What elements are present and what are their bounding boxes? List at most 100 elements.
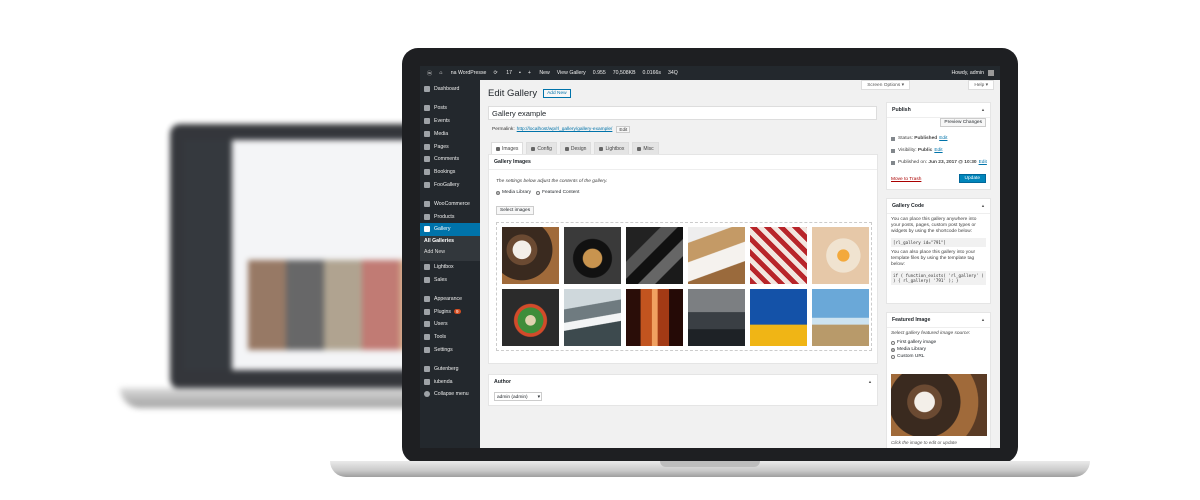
lightbox-icon	[599, 146, 604, 151]
sidebar-item-tools[interactable]: Tools	[420, 331, 480, 344]
view-gallery-link[interactable]: View Gallery	[557, 70, 586, 76]
sidebar-subitem-add-new[interactable]: Add New	[420, 246, 480, 258]
updates-link[interactable]: ⟳ 17	[493, 70, 512, 76]
author-panel: Author ▲ admin (admin) ▾	[488, 374, 878, 406]
template-tag-field[interactable]: if ( function_exists( 'rl_gallery' ) ) {…	[891, 271, 986, 285]
select-images-button[interactable]: Select images	[496, 206, 535, 215]
preview-changes-button[interactable]: Preview Changes	[940, 118, 986, 127]
permalink-link[interactable]: http://localhost/wp/rl_gallery/gallery-e…	[517, 127, 613, 132]
gallery-thumbnail[interactable]	[626, 289, 683, 346]
sidebar-item-foogallery[interactable]: FooGallery	[420, 179, 480, 192]
gallery-thumbnail[interactable]	[688, 289, 745, 346]
gallery-thumbnail[interactable]	[502, 227, 559, 284]
main-content: Screen Options ▾ Help ▾ Edit Gallery Add…	[488, 80, 1000, 448]
sidebar-item-settings[interactable]: Settings	[420, 344, 480, 357]
comments-icon[interactable]: ▪	[519, 70, 521, 76]
template-tag-description: You can also place this gallery into you…	[891, 250, 976, 267]
help-button[interactable]: Help ▾	[968, 80, 994, 90]
sidebar-item-events[interactable]: Events	[420, 115, 480, 128]
update-button[interactable]: Update	[958, 174, 986, 183]
new-content-link[interactable]: + New	[528, 70, 550, 76]
gallery-thumbnail[interactable]	[626, 227, 683, 284]
permalink-edit-button[interactable]: Edit	[616, 126, 631, 133]
gallery-thumbnail[interactable]	[564, 289, 621, 346]
page-header: Edit Gallery Add New	[488, 88, 571, 99]
collapse-menu-button[interactable]: Collapse menu	[420, 388, 480, 401]
gallery-thumbnail[interactable]	[812, 227, 869, 284]
sidebar-item-plugins[interactable]: Plugins 9	[420, 305, 480, 318]
calendar-icon	[891, 160, 895, 165]
media-library-radio[interactable]	[496, 190, 500, 195]
sidebar-item-appearance[interactable]: Appearance	[420, 292, 480, 305]
sidebar-item-lightbox[interactable]: Lightbox	[420, 261, 480, 274]
option-media-library[interactable]: Media Library	[891, 347, 986, 352]
featured-content-radio[interactable]	[536, 190, 541, 195]
site-name-link[interactable]: ⌂ na WordPresse	[439, 70, 486, 76]
stat-3: 0.0166s	[642, 70, 662, 76]
date-edit-link[interactable]: Edit	[979, 160, 987, 165]
featured-image-thumbnail[interactable]	[891, 374, 987, 436]
sidebar-item-sales[interactable]: Sales	[420, 274, 480, 287]
gallery-image-grid	[496, 222, 872, 351]
account-menu[interactable]: Howdy, admin	[952, 66, 994, 80]
move-to-trash-link[interactable]: Move to Trash	[891, 177, 921, 182]
sidebar-item-products[interactable]: Products	[420, 210, 480, 223]
visibility-edit-link[interactable]: Edit	[934, 148, 942, 153]
add-new-button[interactable]: Add New	[543, 89, 571, 98]
sidebar-item-bookings[interactable]: Bookings	[420, 166, 480, 179]
sidebar-item-gallery[interactable]: Gallery	[420, 222, 480, 236]
status-line: Status: Published Edit	[891, 136, 947, 141]
gallery-thumbnail[interactable]	[750, 227, 807, 284]
sidebar-item-iubenda[interactable]: iubenda	[420, 375, 480, 388]
admin-bar: ⓦ ⌂ na WordPresse ⟳ 17 ▪ + New View Gall…	[420, 66, 1000, 80]
status-edit-link[interactable]: Edit	[939, 136, 947, 141]
custom-url-radio[interactable]	[891, 354, 895, 359]
wordpress-logo-icon[interactable]: ⓦ	[427, 70, 432, 77]
first-image-radio[interactable]	[891, 340, 895, 345]
lightbox-icon	[424, 264, 430, 271]
avatar	[988, 70, 994, 76]
sidebar-item-woocommerce[interactable]: WooCommerce	[420, 197, 480, 210]
permalink-row: Permalink: http://localhost/wp/rl_galler…	[492, 126, 631, 133]
sidebar-subitem-all-galleries[interactable]: All Galleries	[420, 235, 480, 247]
iubenda-icon	[424, 378, 430, 385]
option-first-image[interactable]: First gallery image	[891, 340, 986, 345]
gallery-thumbnail[interactable]	[688, 227, 745, 284]
sidebar-item-users[interactable]: Users	[420, 318, 480, 331]
sidebar-item-pages[interactable]: Pages	[420, 140, 480, 153]
dashboard-icon	[424, 86, 430, 93]
collapse-arrow-icon[interactable]: ▲	[981, 317, 985, 322]
gallery-thumbnail[interactable]	[502, 289, 559, 346]
chevron-down-icon: ▾	[537, 395, 540, 400]
eye-icon	[891, 148, 895, 153]
wrench-icon	[637, 146, 642, 151]
sidebar-item-comments[interactable]: Comments	[420, 153, 480, 166]
publish-panel: Publish ▲ Preview Changes Status: Publis…	[886, 102, 991, 190]
post-title-input[interactable]: Gallery example	[488, 106, 877, 120]
stat-2: 70,508KB	[612, 70, 636, 76]
screen-options-button[interactable]: Screen Options ▾	[861, 80, 910, 90]
howdy-text: Howdy, admin	[951, 70, 984, 76]
gear-icon	[531, 146, 536, 151]
gallery-thumbnail[interactable]	[812, 289, 869, 346]
laptop-notch	[660, 461, 760, 467]
plugins-update-badge: 9	[454, 309, 461, 315]
gallery-thumbnail[interactable]	[750, 289, 807, 346]
option-custom-url[interactable]: Custom URL	[891, 354, 986, 359]
sidebar-item-gutenberg[interactable]: Gutenberg	[420, 362, 480, 375]
media-library-radio[interactable]	[891, 347, 895, 352]
collapse-arrow-icon[interactable]: ▲	[868, 379, 872, 384]
gallery-images-heading: Gallery Images	[489, 155, 877, 170]
settings-icon	[424, 346, 430, 353]
gallery-thumbnail[interactable]	[564, 227, 621, 284]
collapse-arrow-icon[interactable]: ▲	[981, 107, 985, 112]
author-select[interactable]: admin (admin) ▾	[494, 392, 542, 401]
shortcode-description: You can place this gallery anywhere into…	[891, 217, 977, 234]
shortcode-field[interactable]: [rl_gallery id="791"]	[891, 238, 986, 247]
featured-image-caption: Click the image to edit or update	[891, 440, 957, 445]
sidebar-item-dashboard[interactable]: Dashboard	[420, 83, 480, 96]
collapse-arrow-icon[interactable]: ▲	[981, 203, 985, 208]
sidebar-item-posts[interactable]: Posts	[420, 102, 480, 115]
author-heading: Author	[494, 379, 511, 385]
sidebar-item-media[interactable]: Media	[420, 127, 480, 140]
